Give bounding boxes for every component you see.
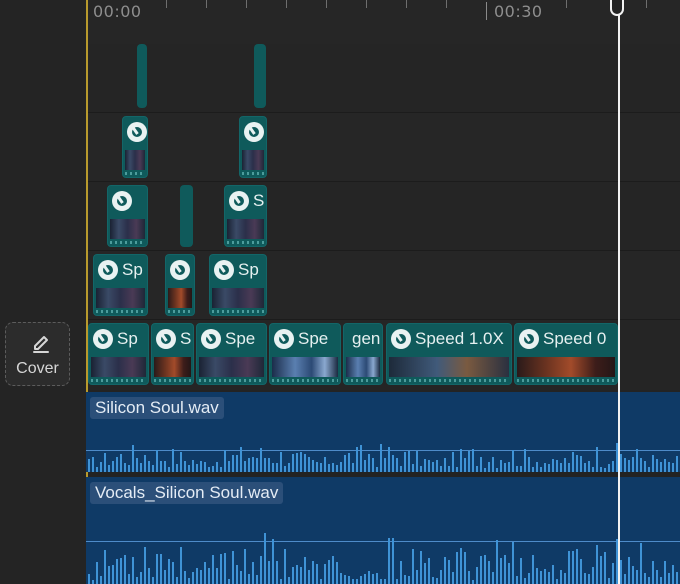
track-lane-4 <box>86 113 680 181</box>
video-clip[interactable]: Spe <box>269 323 341 385</box>
clip-label: Spe <box>225 329 256 348</box>
video-clip[interactable]: Sp <box>88 323 149 385</box>
overlay-clip[interactable]: S <box>224 185 267 247</box>
track-lane-5 <box>86 44 680 112</box>
cover-button[interactable]: Cover <box>5 322 70 386</box>
overlay-clip[interactable] <box>165 254 195 316</box>
clip-label: Speed 1.0X <box>415 329 504 348</box>
video-clip[interactable]: S <box>151 323 194 385</box>
overlay-clip[interactable]: Sp <box>209 254 267 316</box>
time-ruler[interactable]: 00:00 00:30 <box>86 0 680 24</box>
ruler-time-mid: 00:30 <box>494 2 543 21</box>
overlay-clip[interactable] <box>107 185 148 247</box>
track-area-top <box>86 24 680 44</box>
playhead[interactable] <box>618 0 620 584</box>
timeline-editor: 00:00 00:30 Cover S Sp Sp Sp S Spe Spe g… <box>0 0 680 584</box>
video-clip[interactable]: Speed 0 <box>514 323 618 385</box>
video-clip[interactable]: Speed 1.0X <box>386 323 512 385</box>
speed-icon <box>229 191 249 211</box>
video-clip[interactable]: gen <box>343 323 383 385</box>
speed-icon <box>93 329 113 349</box>
speed-icon <box>170 260 190 280</box>
collapsed-clip[interactable] <box>180 185 193 247</box>
cover-label: Cover <box>16 360 59 377</box>
speed-icon <box>156 329 176 349</box>
audio-track-music[interactable]: Silicon Soul.wav <box>86 392 680 472</box>
edit-pencil-icon <box>33 336 49 353</box>
clip-label: Sp <box>122 260 143 279</box>
speed-icon <box>127 122 147 142</box>
track-header-gutter <box>0 0 86 584</box>
track-lane-3 <box>86 182 680 250</box>
speed-icon <box>274 329 294 349</box>
overlay-clip[interactable]: Sp <box>93 254 148 316</box>
audio-waveform <box>86 524 680 584</box>
collapsed-clip[interactable] <box>137 44 147 108</box>
clip-label: Sp <box>117 329 138 348</box>
clip-label: S <box>253 191 265 210</box>
speed-icon <box>112 191 132 211</box>
audio-track-vocals[interactable]: Vocals_Silicon Soul.wav <box>86 477 680 584</box>
speed-icon <box>519 329 539 349</box>
video-clip[interactable]: Spe <box>196 323 267 385</box>
overlay-clip[interactable] <box>122 116 148 178</box>
speed-icon <box>244 122 264 142</box>
clip-label: Speed 0 <box>543 329 607 348</box>
speed-icon <box>214 260 234 280</box>
playhead-handle[interactable] <box>610 0 624 16</box>
audio-track-name: Vocals_Silicon Soul.wav <box>90 482 284 504</box>
clip-label: Spe <box>298 329 329 348</box>
clip-label: Sp <box>238 260 259 279</box>
clip-label: gen <box>352 329 381 348</box>
overlay-clip[interactable] <box>239 116 267 178</box>
speed-icon <box>391 329 411 349</box>
speed-icon <box>98 260 118 280</box>
speed-icon <box>201 329 221 349</box>
collapsed-clip[interactable] <box>254 44 266 108</box>
ruler-time-start: 00:00 <box>93 2 142 21</box>
audio-waveform <box>86 412 680 472</box>
clip-label: S <box>180 329 192 348</box>
